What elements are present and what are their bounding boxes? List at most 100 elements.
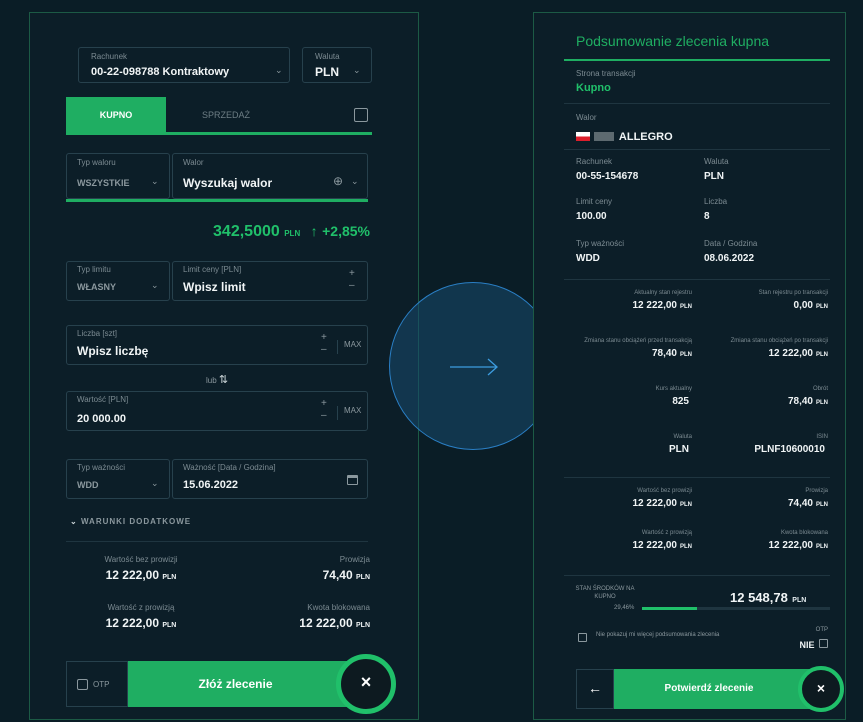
limit-price-placeholder: Wpisz limit bbox=[183, 280, 246, 294]
stepper-icon[interactable]: + – bbox=[321, 398, 327, 422]
summary-cell: Stan rejestru po transakcji 0,00 PLN bbox=[700, 289, 828, 314]
close-button[interactable]: × bbox=[798, 666, 844, 712]
summary-cell: Zmiana stanu obciążeń przed transakcją 78… bbox=[564, 337, 692, 362]
divider bbox=[564, 477, 830, 478]
flag-icon bbox=[576, 132, 590, 142]
summary-cell-value: 12 222,00 PLN bbox=[768, 348, 829, 359]
account-select[interactable]: Rachunek 00-22-098788 Kontraktowy ⌄ bbox=[78, 47, 290, 83]
close-icon: × bbox=[360, 672, 372, 692]
quantity-input[interactable]: Liczba [szt] Wpisz liczbę + – MAX bbox=[66, 325, 368, 365]
summary-cell-label: Zmiana stanu obciążeń przed transakcją bbox=[584, 338, 692, 344]
summary-cell-value: 0,00 PLN bbox=[793, 300, 828, 311]
help-icon[interactable] bbox=[354, 108, 368, 122]
confirm-order-button[interactable]: Potwierdź zlecenie bbox=[614, 669, 820, 709]
stepper-icon[interactable]: + – bbox=[321, 332, 327, 356]
summary-cell: Waluta PLN bbox=[564, 433, 692, 458]
limit-price-label: Limit ceny [PLN] bbox=[183, 265, 242, 274]
instrument-field: Walor ALLEGRO bbox=[576, 113, 673, 143]
value-input[interactable]: Wartość [PLN] 20 000.00 + – MAX bbox=[66, 391, 368, 431]
summary-cell-value: 78,40 PLN bbox=[651, 348, 692, 359]
max-button[interactable]: MAX bbox=[337, 340, 361, 354]
back-button[interactable]: ← bbox=[576, 669, 614, 709]
summary-cell-label: Stan rejestru po transakcji bbox=[758, 290, 828, 296]
summary-cell-label: Kurs aktualny bbox=[655, 386, 692, 392]
tab-sell[interactable]: SPRZEDAŻ bbox=[166, 97, 286, 133]
summary-cell-label: Aktualny stan rejestru bbox=[634, 290, 692, 296]
tab-underline bbox=[66, 132, 372, 135]
validity-date-label: Ważność [Data / Godzina] bbox=[183, 463, 276, 472]
currency-label: Waluta bbox=[315, 52, 340, 61]
summary-gross: Wartość z prowizją 12 222,00 PLN bbox=[105, 603, 177, 630]
summary-cell: Prowizja 74,40 PLN bbox=[700, 487, 828, 512]
close-button[interactable]: × bbox=[336, 654, 396, 714]
summary-net: Wartość bez prowizji 12 222,00 PLN bbox=[104, 555, 178, 582]
price-unit: PLN bbox=[284, 229, 301, 238]
chevron-down-icon: ⌄ bbox=[151, 176, 159, 186]
checkbox-icon bbox=[77, 679, 88, 690]
order-summary-panel: Podsumowanie zlecenia kupna Strona trans… bbox=[533, 12, 846, 720]
limit-type-select[interactable]: Typ limitu WŁASNY ⌄ bbox=[66, 261, 170, 301]
chevron-down-icon: ⌄ bbox=[351, 176, 359, 186]
divider bbox=[66, 541, 368, 542]
chevron-down-icon: ⌄ bbox=[151, 478, 159, 488]
summary-cell: ISIN PLNF10600010 bbox=[700, 433, 828, 458]
dont-show-checkbox[interactable] bbox=[578, 633, 587, 642]
calendar-icon[interactable] bbox=[347, 475, 358, 485]
summary-cell: Wartość bez prowizji 12 222,00 PLN bbox=[564, 487, 693, 512]
price-value: 342,5000 bbox=[213, 223, 280, 240]
title-underline bbox=[564, 59, 830, 61]
close-icon: × bbox=[816, 680, 826, 696]
stepper-icon[interactable]: + – bbox=[349, 268, 355, 292]
account-value: 00-22-098788 Kontraktowy bbox=[91, 66, 230, 78]
summary-cell: Kurs aktualny 825 bbox=[564, 385, 692, 410]
quantity-label: Liczba [szt] bbox=[77, 329, 118, 338]
info-icon bbox=[819, 639, 828, 649]
instrument-search[interactable]: Walor Wyszukaj walor ⊕ ⌄ bbox=[172, 153, 368, 199]
limit-price-input[interactable]: Limit ceny [PLN] Wpisz limit + – bbox=[172, 261, 368, 301]
chevron-down-icon: ⌄ bbox=[353, 65, 361, 75]
otp-label: OTP bbox=[93, 680, 110, 689]
validity-type-value: WDD bbox=[77, 480, 99, 490]
summary-fee: Prowizja 74,40 PLN bbox=[322, 555, 370, 582]
limit-type-label: Typ limitu bbox=[77, 265, 111, 274]
instrument-label: Walor bbox=[183, 158, 204, 167]
summary-cell-value: 12 222,00 PLN bbox=[632, 498, 693, 509]
funds-percent: 29,46% bbox=[614, 605, 635, 611]
tab-sell-label: SPRZEDAŻ bbox=[201, 110, 250, 120]
currency-select[interactable]: Waluta PLN ⌄ bbox=[302, 47, 372, 83]
extra-conditions-toggle[interactable]: ⌄ WARUNKI DODATKOWE bbox=[70, 517, 191, 526]
validity-type-select[interactable]: Typ ważności WDD ⌄ bbox=[66, 459, 170, 499]
otp-field: OTP NIE bbox=[799, 627, 828, 650]
summary-cell-label: ISIN bbox=[816, 434, 828, 440]
summary-cell-value: 825 bbox=[672, 396, 689, 407]
summary-cell-label: Prowizja bbox=[805, 488, 828, 494]
summary-cell: Obrót 78,40 PLN bbox=[700, 385, 828, 410]
summary-cell: Zmiana stanu obciążeń po transakcji 12 22… bbox=[700, 337, 828, 362]
chevron-down-icon: ⌄ bbox=[275, 65, 283, 75]
instrument-type-value: WSZYSTKIE bbox=[77, 178, 130, 188]
summary-cell-value: PLN bbox=[669, 444, 689, 455]
summary-cell-label: Zmiana stanu obciążeń po transakcji bbox=[730, 338, 828, 344]
otp-toggle[interactable]: OTP bbox=[66, 661, 128, 707]
chevron-down-icon: ⌄ bbox=[70, 517, 78, 526]
validity-date-input[interactable]: Ważność [Data / Godzina] 15.06.2022 bbox=[172, 459, 368, 499]
instrument-type-select[interactable]: Typ waloru WSZYSTKIE ⌄ bbox=[66, 153, 170, 199]
tab-buy-label: KUPNO bbox=[99, 110, 133, 120]
divider bbox=[564, 103, 830, 104]
funds-progress-fill bbox=[642, 607, 698, 610]
currency-field: Waluta PLN bbox=[704, 157, 729, 182]
summary-title: Podsumowanie zlecenia kupna bbox=[576, 33, 770, 49]
back-arrow-icon: ← bbox=[588, 680, 602, 696]
order-form-panel: Rachunek 00-22-098788 Kontraktowy ⌄ Walu… bbox=[29, 12, 419, 720]
summary-cell-value: 78,40 PLN bbox=[787, 396, 828, 407]
tab-buy[interactable]: KUPNO bbox=[66, 97, 166, 133]
submit-order-button[interactable]: Złóż zlecenie bbox=[128, 661, 358, 707]
divider bbox=[564, 279, 830, 280]
funds-progress bbox=[642, 607, 830, 610]
price-row: 342,5000 PLN ↑ +2,85% bbox=[160, 223, 370, 241]
qty-field: Liczba 8 bbox=[704, 197, 728, 222]
max-button[interactable]: MAX bbox=[337, 406, 361, 420]
or-label: lub ⇅ bbox=[206, 374, 229, 386]
funds-label: STAN ŚRODKÓW NA KUPNO bbox=[575, 586, 635, 600]
divider bbox=[564, 149, 830, 150]
